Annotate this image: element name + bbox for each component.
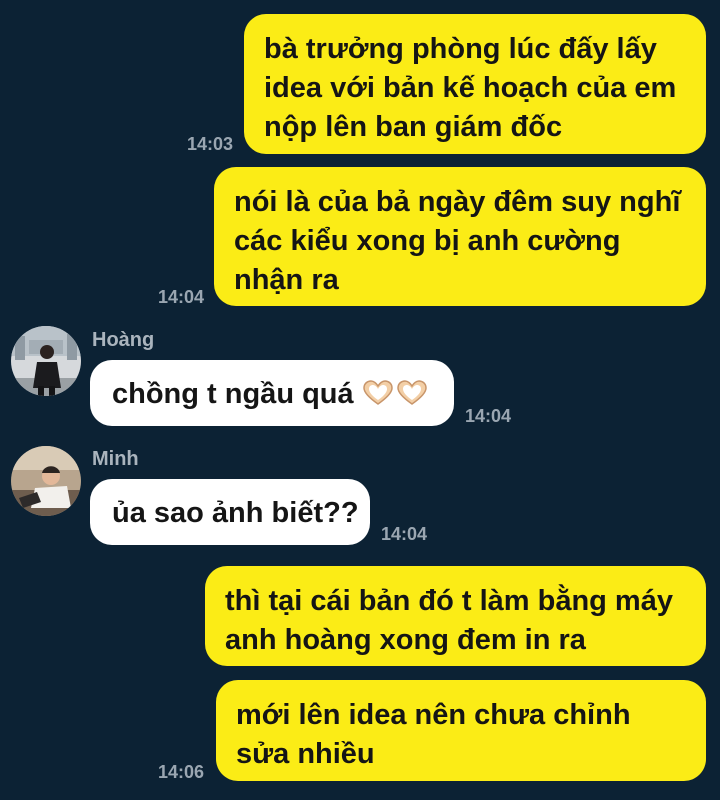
- avatar-hoang[interactable]: [11, 326, 81, 396]
- message-timestamp: 14:04: [158, 287, 205, 307]
- message-timestamp: 14:04: [465, 406, 512, 426]
- sender-name: Minh: [92, 448, 139, 470]
- outgoing-message-bubble[interactable]: bà trưởng phòng lúc đấy lấy idea với bản…: [244, 14, 706, 154]
- hand-heart-icon: [396, 380, 428, 406]
- hand-heart-icon: [362, 380, 394, 406]
- message-timestamp: 14:04: [381, 524, 428, 544]
- message-timestamp: 14:03: [187, 134, 234, 154]
- incoming-message-bubble[interactable]: chồng t ngầu quá: [90, 360, 454, 426]
- message-text: chồng t ngầu quá: [112, 378, 354, 410]
- hand-heart-emoji: [362, 378, 430, 417]
- incoming-message-bubble[interactable]: ủa sao ảnh biết??: [90, 479, 370, 545]
- outgoing-message-bubble[interactable]: thì tại cái bản đó t làm bằng máy anh ho…: [205, 566, 706, 666]
- message-timestamp: 14:06: [158, 762, 205, 782]
- outgoing-message-bubble[interactable]: nói là của bả ngày đêm suy nghĩ các kiểu…: [214, 167, 706, 306]
- sender-name: Hoàng: [92, 329, 155, 351]
- avatar-minh[interactable]: [11, 446, 81, 516]
- outgoing-message-bubble[interactable]: mới lên idea nên chưa chỉnh sửa nhiều: [216, 680, 706, 781]
